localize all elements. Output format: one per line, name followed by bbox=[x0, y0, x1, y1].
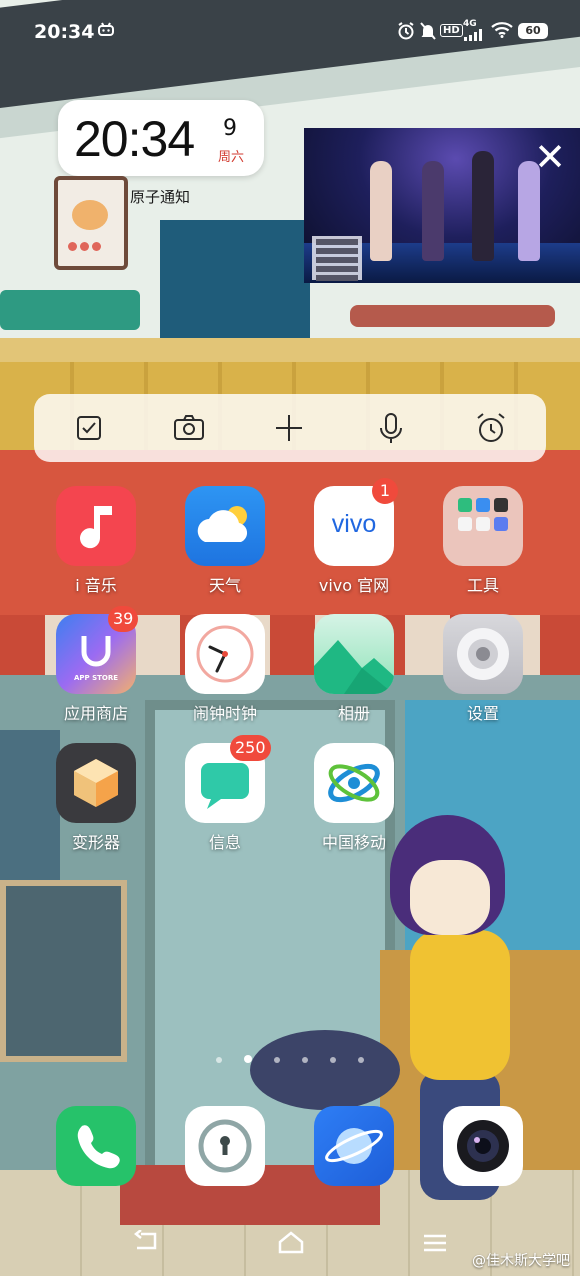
back-icon[interactable] bbox=[133, 1229, 159, 1258]
app-label: 应用商店 bbox=[63, 704, 128, 723]
dancer-figure bbox=[472, 151, 494, 261]
camera-lens-icon bbox=[443, 1106, 523, 1186]
wifi-icon bbox=[491, 22, 513, 42]
app-transformer[interactable]: 变形器 bbox=[41, 743, 151, 863]
notification-badge: 39 bbox=[108, 606, 139, 632]
status-time: 20:34 bbox=[34, 21, 95, 43]
notification-badge: 1 bbox=[372, 478, 398, 504]
page-dot bbox=[358, 1057, 364, 1063]
recents-icon[interactable] bbox=[422, 1230, 448, 1258]
app-vivo[interactable]: vivo 1 vivo 官网 bbox=[299, 478, 409, 606]
dancer-figure bbox=[422, 161, 444, 261]
video-overlay-menu bbox=[312, 236, 362, 281]
cube-icon bbox=[56, 743, 136, 823]
page-dot bbox=[274, 1057, 280, 1063]
signal-icon bbox=[462, 27, 486, 45]
folder-icon bbox=[443, 486, 523, 566]
app-label: 信息 bbox=[208, 833, 241, 852]
dancer-figure bbox=[370, 161, 392, 261]
camera-icon[interactable] bbox=[172, 411, 206, 445]
close-icon[interactable]: ✕ bbox=[534, 138, 566, 176]
widget-time: 20:34 bbox=[74, 111, 195, 167]
hd-badge: HD bbox=[440, 24, 463, 37]
app-label: vivo 官网 bbox=[318, 576, 390, 595]
checkbox-icon[interactable] bbox=[72, 411, 106, 445]
video-widget[interactable]: ✕ bbox=[304, 128, 580, 283]
app-messages[interactable]: 250 信息 bbox=[170, 735, 280, 863]
app-weather[interactable]: 天气 bbox=[170, 486, 280, 606]
alarm-status-icon bbox=[397, 22, 415, 44]
app-label: 设置 bbox=[466, 704, 499, 723]
atom-notification-icon[interactable] bbox=[54, 176, 128, 270]
dock-password-vault[interactable] bbox=[170, 1106, 280, 1188]
microphone-icon[interactable] bbox=[374, 411, 408, 445]
notification-badge: 250 bbox=[230, 735, 271, 761]
status-bar: 20:34 HD 4G 60 bbox=[0, 0, 580, 64]
widget-weekday: 周六 bbox=[218, 150, 245, 165]
watermark: @佳木斯大学吧 bbox=[472, 1253, 570, 1269]
dock-camera[interactable] bbox=[428, 1106, 538, 1188]
app-settings[interactable]: 设置 bbox=[428, 614, 538, 734]
quick-action-bar bbox=[34, 394, 546, 462]
clock-icon bbox=[185, 614, 265, 694]
app-appstore[interactable]: APP STORE 39 应用商店 bbox=[41, 606, 151, 734]
dock-phone[interactable] bbox=[41, 1106, 151, 1188]
china-mobile-icon bbox=[314, 743, 394, 823]
music-icon bbox=[56, 486, 136, 566]
app-label: i 音乐 bbox=[75, 576, 117, 595]
battery-indicator: 60 bbox=[518, 23, 548, 39]
home-icon[interactable] bbox=[277, 1230, 305, 1260]
atom-notification-label: 原子通知 bbox=[130, 188, 191, 206]
app-label: 相册 bbox=[337, 704, 370, 723]
app-label: 中国移动 bbox=[321, 833, 386, 852]
page-dot bbox=[330, 1057, 336, 1063]
dock-browser[interactable] bbox=[299, 1106, 409, 1188]
widget-day: 9 bbox=[223, 116, 237, 141]
page-dot-active bbox=[244, 1055, 252, 1063]
vivo-logo-text: vivo bbox=[331, 510, 377, 538]
clock-widget[interactable]: 20:34 9 周六 bbox=[58, 100, 264, 176]
app-china-mobile[interactable]: 中国移动 bbox=[299, 743, 409, 863]
page-indicator[interactable] bbox=[205, 1048, 375, 1063]
app-gallery[interactable]: 相册 bbox=[299, 614, 409, 734]
app-tools-folder[interactable]: 工具 bbox=[428, 486, 538, 606]
app-label: 工具 bbox=[466, 576, 499, 595]
app-imusic[interactable]: i 音乐 bbox=[41, 486, 151, 606]
app-clock[interactable]: 闹钟时钟 bbox=[170, 614, 280, 734]
page-dot bbox=[302, 1057, 308, 1063]
alarm-icon[interactable] bbox=[474, 411, 508, 445]
mute-icon bbox=[420, 22, 436, 44]
app-label: 变形器 bbox=[71, 833, 120, 852]
app-label: 闹钟时钟 bbox=[192, 704, 257, 723]
settings-gear-icon bbox=[443, 614, 523, 694]
gallery-icon bbox=[314, 614, 394, 694]
browser-planet-icon bbox=[314, 1106, 394, 1186]
lock-icon bbox=[185, 1106, 265, 1186]
app-label: 天气 bbox=[208, 576, 241, 595]
page-dot bbox=[216, 1057, 222, 1063]
phone-icon bbox=[56, 1106, 136, 1186]
weather-icon bbox=[185, 486, 265, 566]
appstore-icon-text: APP STORE bbox=[73, 674, 119, 682]
add-icon[interactable] bbox=[272, 411, 306, 445]
android-icon bbox=[98, 22, 114, 40]
